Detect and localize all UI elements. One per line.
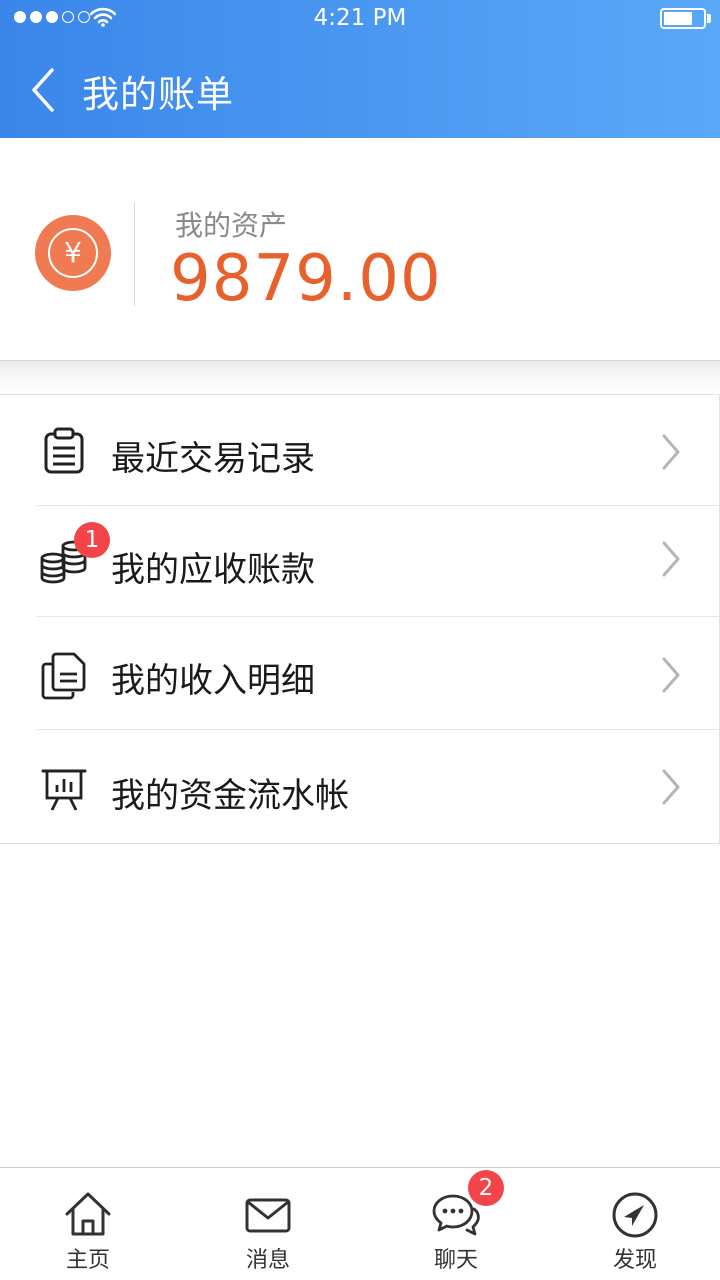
chevron-right-icon xyxy=(662,434,680,470)
status-bar: 4:21 PM xyxy=(0,0,720,38)
tab-home[interactable]: 主页 xyxy=(28,1168,148,1280)
menu-list: 最近交易记录 1 我的应收账款 我的收入明细 我的资金流水帐 xyxy=(0,394,720,844)
menu-item-cash-flow[interactable]: 我的资金流水帐 xyxy=(0,730,720,844)
menu-item-label: 我的应收账款 xyxy=(111,550,315,590)
mail-icon xyxy=(245,1198,291,1233)
yuan-coin-icon: ¥ xyxy=(35,215,111,291)
menu-item-label: 最近交易记录 xyxy=(111,439,315,479)
header: 4:21 PM 我的账单 xyxy=(0,0,720,138)
documents-icon xyxy=(41,652,86,700)
tab-label: 发现 xyxy=(612,1248,657,1273)
chevron-right-icon xyxy=(662,657,680,693)
clipboard-icon xyxy=(44,427,84,474)
back-button[interactable] xyxy=(24,62,64,118)
home-icon xyxy=(65,1192,111,1236)
divider xyxy=(134,202,135,306)
tab-bar: 主页 消息 2 聊天 发现 xyxy=(0,1167,720,1280)
menu-item-receivables[interactable]: 1 我的应收账款 xyxy=(0,506,720,617)
tab-label: 主页 xyxy=(65,1248,110,1273)
compass-icon xyxy=(612,1192,658,1238)
asset-amount: 9879.00 xyxy=(170,242,442,316)
battery-icon xyxy=(660,8,706,29)
tab-label: 消息 xyxy=(245,1248,290,1273)
menu-item-income-details[interactable]: 我的收入明细 xyxy=(0,617,720,730)
tab-chat[interactable]: 2 聊天 xyxy=(396,1168,516,1280)
menu-item-label: 我的资金流水帐 xyxy=(111,776,349,816)
tab-messages[interactable]: 消息 xyxy=(208,1168,328,1280)
asset-label: 我的资产 xyxy=(175,209,288,242)
menu-item-recent-transactions[interactable]: 最近交易记录 xyxy=(0,395,720,506)
notification-badge: 2 xyxy=(468,1170,504,1206)
notification-badge: 1 xyxy=(74,522,110,558)
asset-summary: ¥ 我的资产 9879.00 xyxy=(0,138,720,361)
section-gap xyxy=(0,361,720,394)
chevron-right-icon xyxy=(662,541,680,577)
tab-discover[interactable]: 发现 xyxy=(575,1168,695,1280)
status-time: 4:21 PM xyxy=(313,5,407,31)
menu-item-label: 我的收入明细 xyxy=(111,661,315,701)
tab-label: 聊天 xyxy=(433,1248,478,1273)
chevron-right-icon xyxy=(662,769,680,805)
presentation-chart-icon xyxy=(41,769,87,811)
page-title: 我的账单 xyxy=(82,73,234,116)
